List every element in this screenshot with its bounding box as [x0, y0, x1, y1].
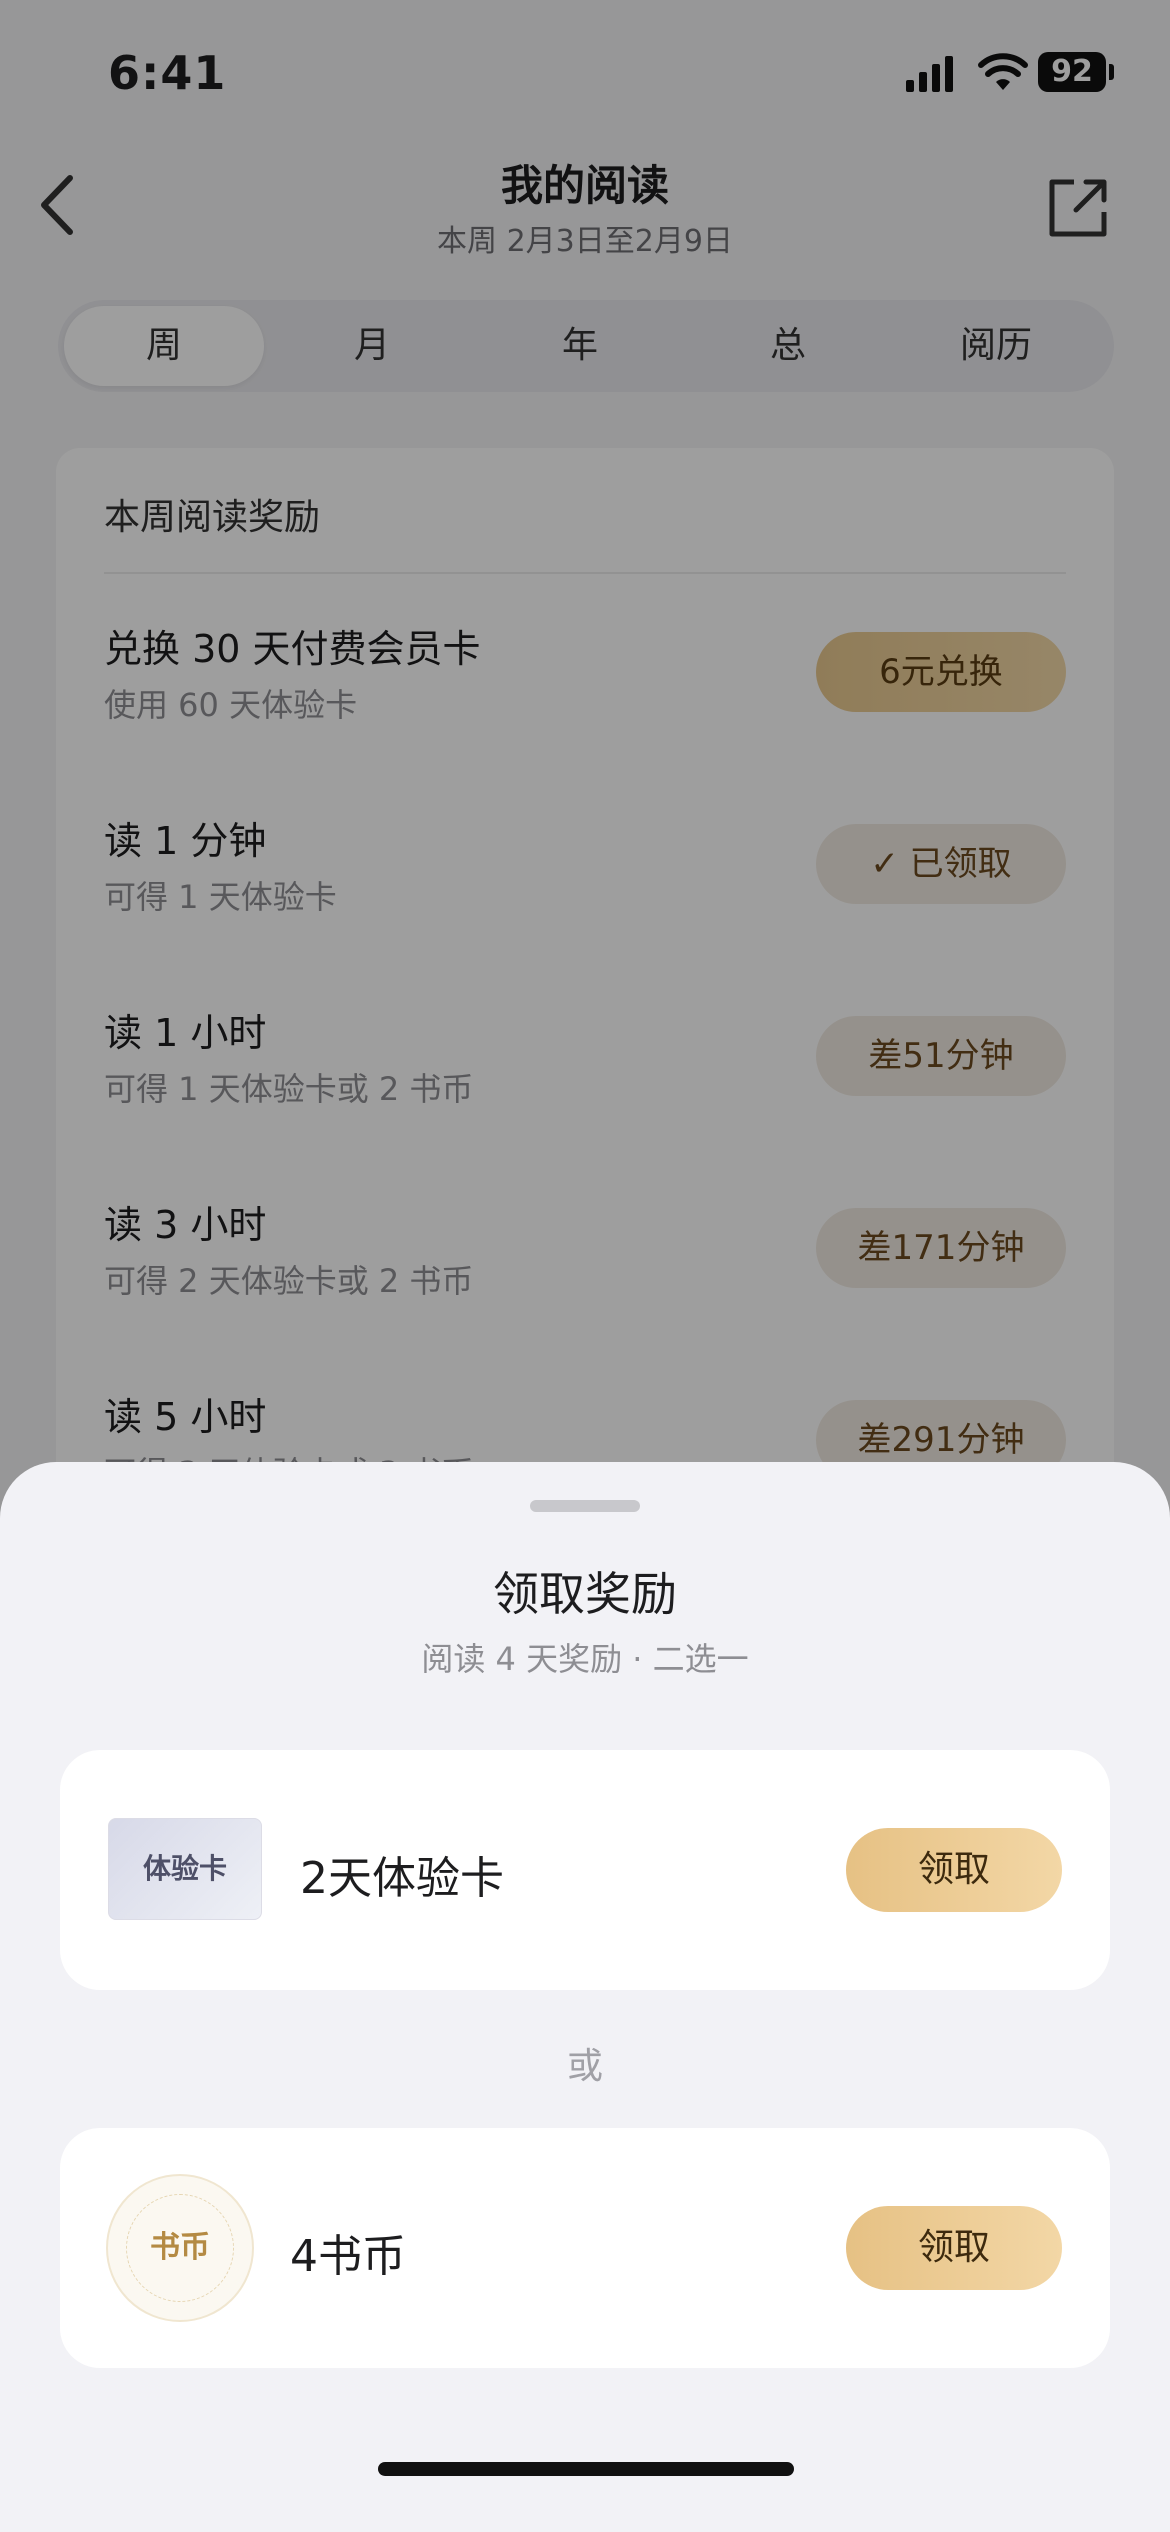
claim-reward-sheet: 领取奖励 阅读 4 天奖励 · 二选一 体验卡 2天体验卡 领取 或 书币 4书…: [0, 1462, 1170, 2532]
claim-button[interactable]: 领取: [846, 1828, 1062, 1912]
claim-button[interactable]: 领取: [846, 2206, 1062, 2290]
sheet-subtitle: 阅读 4 天奖励 · 二选一: [421, 1640, 749, 1678]
option-book-coins: 书币 4书币 领取: [60, 2128, 1110, 2368]
home-indicator: [378, 2462, 794, 2476]
or-separator: 或: [566, 2046, 603, 2087]
option-trial-card: 体验卡 2天体验卡 领取: [60, 1750, 1110, 1990]
sheet-grabber[interactable]: [530, 1500, 640, 1512]
sheet-title: 领取奖励: [493, 1567, 677, 1621]
option-label: 2天体验卡: [300, 1853, 504, 1904]
book-coin-icon: 书币: [106, 2174, 254, 2322]
coin-label: 书币: [126, 2194, 234, 2302]
trial-card-image: 体验卡: [108, 1818, 262, 1920]
option-label: 4书币: [290, 2231, 406, 2282]
